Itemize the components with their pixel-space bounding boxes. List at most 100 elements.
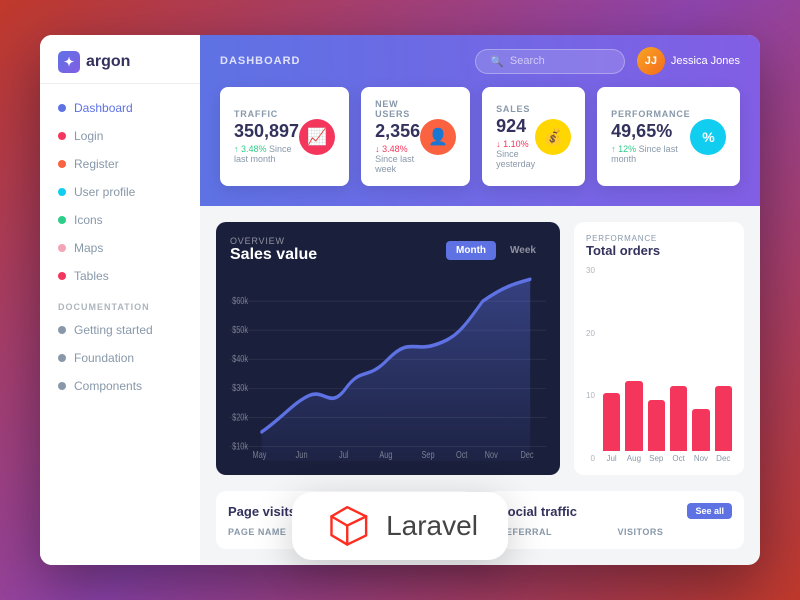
page-visits-title: Page visits — [228, 504, 296, 519]
stat-card-sales: SALES 924 ↓ 1.10% Since yesterday 💰 — [482, 87, 585, 186]
svg-text:$60k: $60k — [232, 295, 248, 306]
bar-col-nov: Nov — [692, 409, 709, 463]
username: Jessica Jones — [671, 55, 740, 67]
sidebar-label-icons: Icons — [74, 213, 103, 227]
stats-area: TRAFFIC 350,897 ↑ 3.48% Since last month… — [200, 87, 760, 206]
nav-dot-icons — [58, 216, 66, 224]
sidebar-label-foundation: Foundation — [74, 351, 134, 365]
stat-card-performance: PERFORMANCE 49,65% ↑ 12% Since last mont… — [597, 87, 740, 186]
logo: ✦ argon — [40, 35, 200, 84]
stat-label-traffic: TRAFFIC — [234, 109, 299, 119]
sidebar-item-tables[interactable]: Tables — [40, 262, 200, 290]
user-info: JJ Jessica Jones — [637, 47, 740, 75]
sales-chart-card: OVERVIEW Sales value Month Week — [216, 222, 560, 475]
svg-text:$50k: $50k — [232, 324, 248, 335]
bar-label-nov: Nov — [694, 454, 708, 463]
sidebar-nav: Dashboard Login Register User profile Ic… — [40, 84, 200, 565]
col-referral: REFERRAL — [499, 527, 614, 537]
bar-nov — [692, 409, 709, 451]
logo-icon: ✦ — [58, 51, 80, 73]
header: DASHBOARD 🔍 JJ Jessica Jones — [200, 35, 760, 87]
side-charts: PERFORMANCE Total orders 3020100 JulAugS… — [574, 222, 744, 475]
sidebar-label-profile: User profile — [74, 185, 135, 199]
social-traffic-cols: REFERRAL VISITORS — [499, 527, 732, 537]
tab-week[interactable]: Week — [500, 241, 546, 260]
sidebar-item-icons[interactable]: Icons — [40, 206, 200, 234]
stat-value-performance: 49,65% — [611, 121, 690, 142]
search-bar[interactable]: 🔍 — [475, 49, 625, 74]
stat-value-traffic: 350,897 — [234, 121, 299, 142]
stat-change-traffic: ↑ 3.48% Since last month — [234, 144, 299, 164]
chart-header: OVERVIEW Sales value Month Week — [230, 236, 546, 264]
sidebar-item-user-profile[interactable]: User profile — [40, 178, 200, 206]
header-right: 🔍 JJ Jessica Jones — [475, 47, 740, 75]
header-title: DASHBOARD — [220, 55, 301, 67]
bar-sep — [648, 400, 665, 451]
total-orders-card: PERFORMANCE Total orders 3020100 JulAugS… — [574, 222, 744, 475]
laravel-overlay: Laravel — [292, 492, 508, 560]
tab-month[interactable]: Month — [446, 241, 496, 260]
nav-dot-getting-started — [58, 326, 66, 334]
sidebar-item-register[interactable]: Register — [40, 150, 200, 178]
nav-section-docs: DOCUMENTATION — [40, 290, 200, 316]
laravel-text: Laravel — [386, 510, 478, 542]
sidebar-label-getting-started: Getting started — [74, 323, 153, 337]
bar-aug — [625, 381, 642, 451]
bar-chart-title: Total orders — [586, 243, 732, 258]
chart-titles: OVERVIEW Sales value — [230, 236, 317, 264]
nav-dot-dashboard — [58, 104, 66, 112]
svg-text:$40k: $40k — [232, 353, 248, 364]
stat-change-sales: ↓ 1.10% Since yesterday — [496, 139, 535, 169]
sidebar-item-maps[interactable]: Maps — [40, 234, 200, 262]
logo-text: argon — [86, 53, 130, 71]
stat-label-sales: SALES — [496, 104, 535, 114]
social-traffic-card: Social traffic See all REFERRAL VISITORS — [487, 491, 744, 549]
stat-change-performance: ↑ 12% Since last month — [611, 144, 690, 164]
svg-text:$20k: $20k — [232, 411, 248, 422]
bar-col-jul: Jul — [603, 393, 620, 463]
avatar: JJ — [637, 47, 665, 75]
col-visitors-social: VISITORS — [618, 527, 733, 537]
social-traffic-title: Social traffic — [499, 504, 577, 519]
bar-col-sep: Sep — [648, 400, 665, 463]
nav-dot-foundation — [58, 354, 66, 362]
stat-icon-performance: % — [690, 119, 726, 155]
nav-dot-register — [58, 160, 66, 168]
bar-chart-area: JulAugSepOctNovDec — [603, 266, 732, 463]
y-axis: 3020100 — [586, 266, 595, 463]
nav-dot-login — [58, 132, 66, 140]
sidebar-item-foundation[interactable]: Foundation — [40, 344, 200, 372]
svg-text:$30k: $30k — [232, 382, 248, 393]
main-content: DASHBOARD 🔍 JJ Jessica Jones TRAFFIC — [200, 35, 760, 565]
sidebar-item-components[interactable]: Components — [40, 372, 200, 400]
social-traffic-see-all[interactable]: See all — [687, 503, 732, 519]
search-input[interactable] — [510, 55, 610, 67]
chart-tabs: Month Week — [446, 241, 546, 260]
stat-icon-users: 👤 — [420, 119, 456, 155]
bar-label-jul: Jul — [606, 454, 616, 463]
bar-dec — [715, 386, 732, 451]
stat-info-users: NEW USERS 2,356 ↓ 3.48% Since last week — [375, 99, 420, 174]
bar-label-dec: Dec — [716, 454, 730, 463]
svg-text:May: May — [253, 449, 267, 460]
stat-value-sales: 924 — [496, 116, 535, 137]
sidebar-label-register: Register — [74, 157, 119, 171]
bar-label-aug: Aug — [627, 454, 641, 463]
stat-icon-traffic: 📈 — [299, 119, 335, 155]
stat-info-sales: SALES 924 ↓ 1.10% Since yesterday — [496, 104, 535, 169]
svg-text:$10k: $10k — [232, 440, 248, 451]
laravel-logo-icon — [322, 506, 372, 546]
stat-info-performance: PERFORMANCE 49,65% ↑ 12% Since last mont… — [611, 109, 690, 164]
sidebar-item-login[interactable]: Login — [40, 122, 200, 150]
stat-value-users: 2,356 — [375, 121, 420, 142]
nav-dot-profile — [58, 188, 66, 196]
bar-col-aug: Aug — [625, 381, 642, 463]
sidebar-label-maps: Maps — [74, 241, 103, 255]
sidebar-item-dashboard[interactable]: Dashboard — [40, 94, 200, 122]
nav-dot-maps — [58, 244, 66, 252]
chart-section: OVERVIEW Sales value Month Week — [216, 222, 560, 475]
stat-card-traffic: TRAFFIC 350,897 ↑ 3.48% Since last month… — [220, 87, 349, 186]
sidebar-item-getting-started[interactable]: Getting started — [40, 316, 200, 344]
svg-text:Aug: Aug — [379, 449, 392, 460]
stat-icon-sales: 💰 — [535, 119, 571, 155]
